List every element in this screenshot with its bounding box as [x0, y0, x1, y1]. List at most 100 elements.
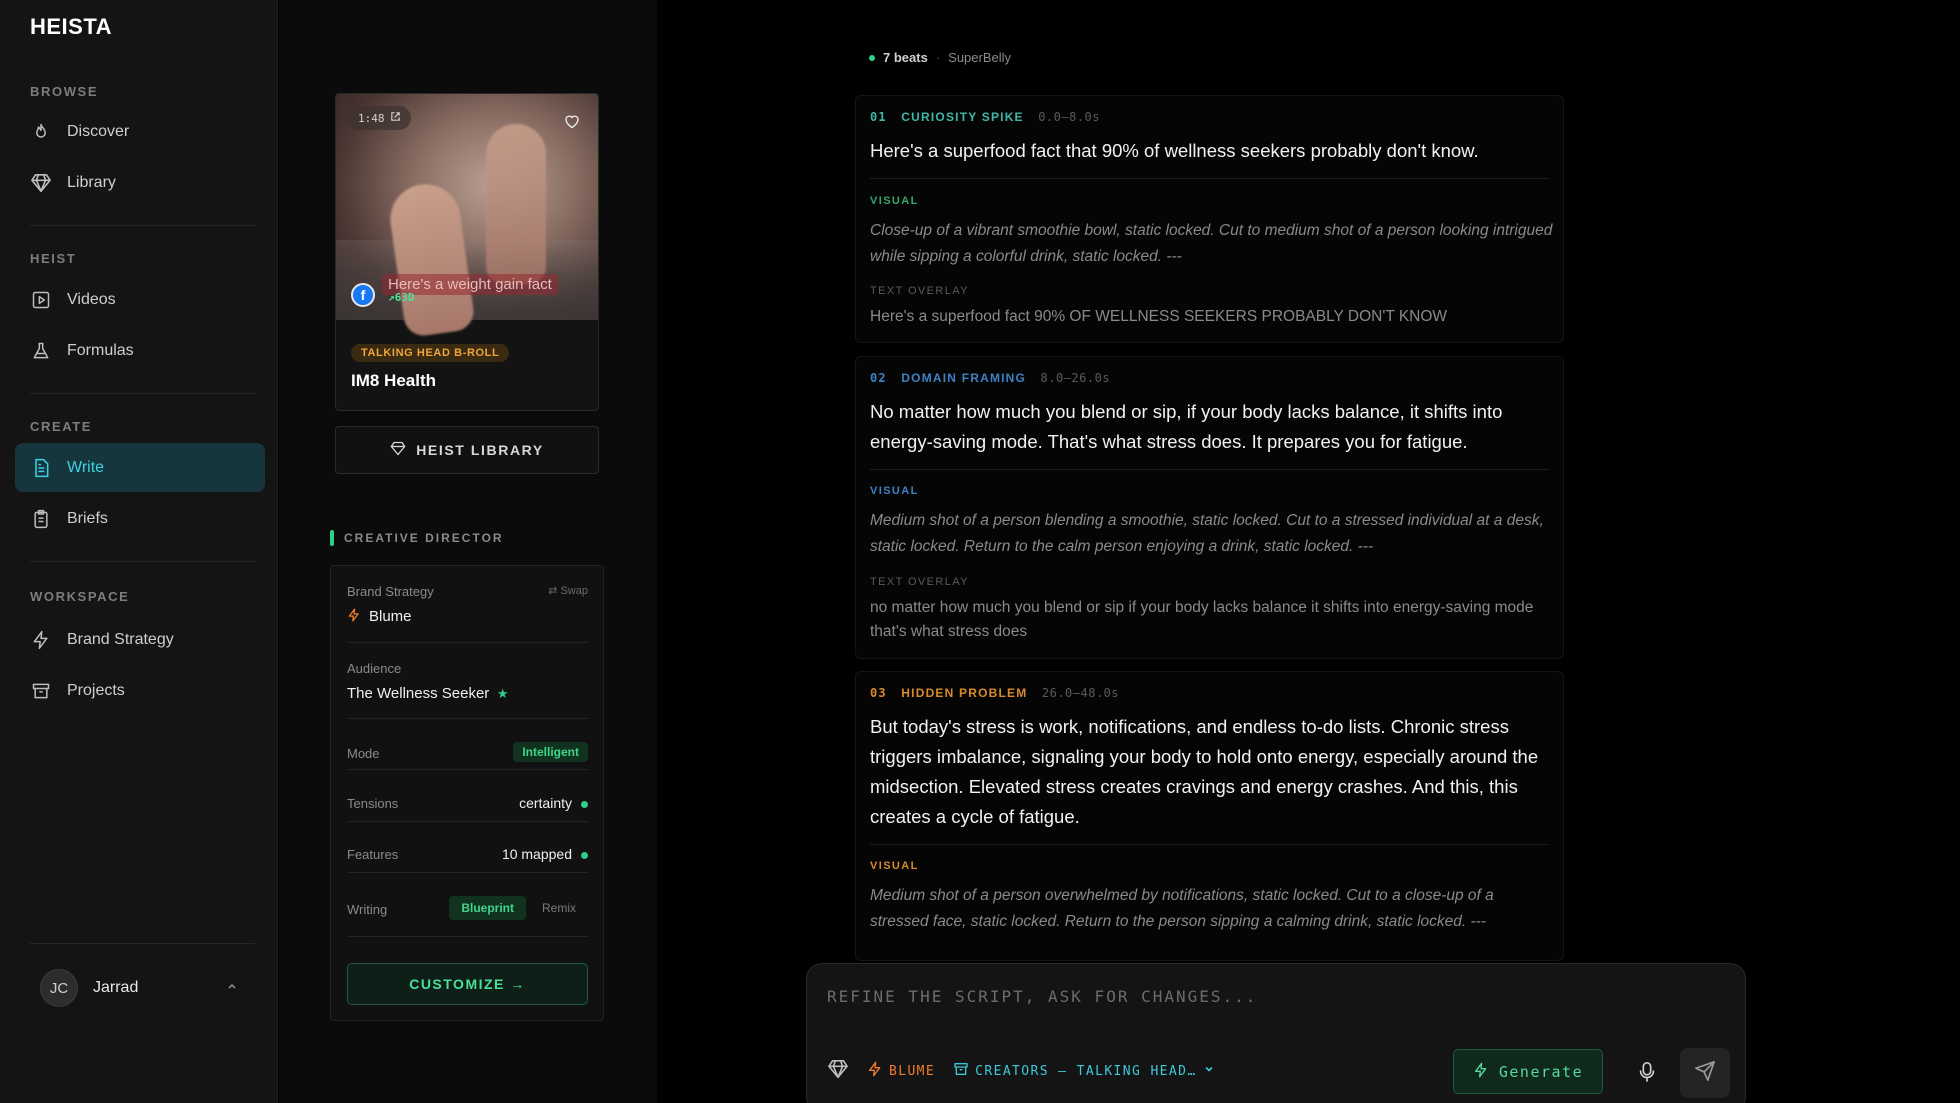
tensions-value-wrap: certainty — [519, 795, 588, 811]
visual-direction[interactable]: Medium shot of a person blending a smoot… — [870, 508, 1555, 560]
send-button[interactable] — [1680, 1048, 1730, 1098]
text-overlay-label: TEXT OVERLAY — [870, 576, 969, 588]
writing-row: Writing Blueprint Remix — [347, 896, 588, 920]
sidebar-item-discover[interactable]: Discover — [15, 107, 265, 156]
gem-icon[interactable] — [827, 1059, 849, 1083]
sidebar-item-formulas[interactable]: Formulas — [15, 326, 265, 375]
divider — [347, 718, 588, 719]
beat-name: DOMAIN FRAMING — [901, 371, 1027, 385]
clipboard-icon — [30, 508, 52, 530]
composer-input[interactable]: REFINE THE SCRIPT, ASK FOR CHANGES... — [827, 987, 1257, 1006]
writing-option-remix[interactable]: Remix — [530, 896, 588, 920]
sidebar-item-write[interactable]: Write — [15, 443, 265, 492]
tensions-row[interactable]: Tensions certainty — [347, 795, 588, 811]
customize-button[interactable]: CUSTOMIZE → — [347, 963, 588, 1005]
features-value-wrap: 10 mapped — [502, 846, 588, 862]
beat-number: 02 — [870, 371, 887, 385]
user-name: Jarrad — [93, 979, 139, 996]
bolt-icon — [347, 608, 361, 625]
chevron-down-icon — [1203, 1063, 1215, 1079]
swap-button[interactable]: ⇄ Swap — [548, 584, 588, 597]
divider — [347, 642, 588, 643]
beat-time: 0.0–8.0s — [1038, 110, 1100, 124]
trend-badge: ↗63D — [388, 291, 415, 304]
app-logo[interactable]: HEISTA — [30, 14, 112, 40]
beat-card[interactable]: 01 CURIOSITY SPIKE 0.0–8.0s Here's a sup… — [855, 95, 1564, 343]
sidebar-item-label: Brand Strategy — [67, 630, 174, 648]
thumbnail-figure — [486, 124, 546, 284]
beat-line[interactable]: Here's a superfood fact that 90% of well… — [870, 136, 1549, 166]
text-overlay[interactable]: Here's a superfood fact 90% OF WELLNESS … — [870, 305, 1555, 329]
tensions-label: Tensions — [347, 796, 399, 811]
video-thumbnail[interactable]: 1:48 Here's a weight gain fact f ↗63D — [336, 94, 598, 339]
beat-number: 01 — [870, 110, 887, 124]
heist-library-label: HEIST LIBRARY — [416, 442, 544, 458]
star-icon: ★ — [496, 686, 509, 701]
sidebar-item-brand-strategy[interactable]: Brand Strategy — [15, 615, 265, 664]
creative-director-panel: Brand Strategy ⇄ Swap Blume Audience The… — [330, 565, 604, 1021]
duration-text: 1:48 — [358, 111, 385, 125]
generate-label: Generate — [1498, 1062, 1584, 1081]
beat-card[interactable]: 03 HIDDEN PROBLEM 26.0–48.0s But today's… — [855, 671, 1564, 961]
send-icon — [1694, 1060, 1716, 1087]
archive-icon — [953, 1061, 969, 1081]
sidebar-item-projects[interactable]: Projects — [15, 666, 265, 715]
audience-value: The Wellness Seeker — [347, 685, 490, 702]
mode-badge[interactable]: Intelligent — [513, 742, 588, 762]
flame-icon — [30, 121, 52, 143]
brand-chip[interactable]: BLUME — [867, 1061, 935, 1081]
sidebar-item-label: Write — [67, 458, 105, 476]
document-icon — [30, 457, 52, 479]
creators-chip-label: CREATORS – TALKING HEAD… — [975, 1063, 1197, 1079]
beat-line[interactable]: But today's stress is work, notification… — [870, 712, 1549, 832]
divider — [347, 872, 588, 873]
beats-header: 7 beats · SuperBelly — [869, 50, 1011, 65]
external-link-icon[interactable] — [390, 111, 401, 125]
divider — [30, 393, 255, 394]
creative-director-header: CREATIVE DIRECTOR — [330, 530, 504, 546]
heart-icon[interactable] — [564, 114, 580, 134]
divider — [870, 178, 1549, 179]
writing-option-blueprint[interactable]: Blueprint — [449, 896, 526, 920]
divider — [30, 943, 255, 944]
sidebar-item-briefs[interactable]: Briefs — [15, 494, 265, 543]
sidebar-item-label: Projects — [67, 681, 125, 699]
microphone-icon[interactable] — [1629, 1054, 1665, 1090]
visual-label: VISUAL — [870, 485, 919, 497]
visual-label: VISUAL — [870, 195, 919, 207]
brand-value: Blume — [369, 608, 412, 625]
gem-icon — [390, 441, 406, 459]
status-dot — [581, 801, 588, 809]
creators-chip[interactable]: CREATORS – TALKING HEAD… — [953, 1061, 1214, 1081]
format-tag: TALKING HEAD B-ROLL — [351, 344, 510, 362]
beat-header: 01 CURIOSITY SPIKE 0.0–8.0s — [870, 110, 1100, 124]
audience-row[interactable]: Audience The Wellness Seeker ★ — [347, 661, 588, 702]
brand-value-row: Blume — [347, 608, 588, 625]
generate-button[interactable]: Generate — [1453, 1049, 1603, 1094]
sidebar-item-label: Formulas — [67, 341, 134, 359]
features-row[interactable]: Features 10 mapped — [347, 846, 588, 862]
video-card[interactable]: 1:48 Here's a weight gain fact f ↗63D TA… — [335, 93, 599, 411]
visual-direction[interactable]: Close-up of a vibrant smoothie bowl, sta… — [870, 218, 1555, 270]
user-menu[interactable]: JC Jarrad — [40, 969, 240, 1007]
creative-director-label: CREATIVE DIRECTOR — [344, 531, 504, 545]
video-title: IM8 Health — [351, 371, 437, 390]
sidebar-item-label: Discover — [67, 122, 130, 140]
duration-badge: 1:48 — [348, 106, 411, 130]
text-overlay-label: TEXT OVERLAY — [870, 285, 969, 297]
mode-row: Mode Intelligent — [347, 742, 588, 762]
play-square-icon — [30, 289, 52, 311]
sidebar-item-videos[interactable]: Videos — [15, 275, 265, 324]
beat-line[interactable]: No matter how much you blend or sip, if … — [870, 397, 1549, 457]
chevron-up-icon — [226, 979, 238, 997]
visual-direction[interactable]: Medium shot of a person overwhelmed by n… — [870, 883, 1555, 935]
sidebar-item-library[interactable]: Library — [15, 158, 265, 207]
features-label: Features — [347, 847, 399, 862]
divider — [347, 821, 588, 822]
brand-strategy-row[interactable]: Brand Strategy ⇄ Swap Blume — [347, 584, 588, 625]
heist-library-button[interactable]: HEIST LIBRARY — [335, 426, 599, 474]
beat-card[interactable]: 02 DOMAIN FRAMING 8.0–26.0s No matter ho… — [855, 356, 1564, 659]
beat-time: 26.0–48.0s — [1041, 686, 1120, 700]
text-overlay[interactable]: no matter how much you blend or sip if y… — [870, 596, 1555, 644]
sidebar-item-label: Library — [67, 173, 116, 191]
